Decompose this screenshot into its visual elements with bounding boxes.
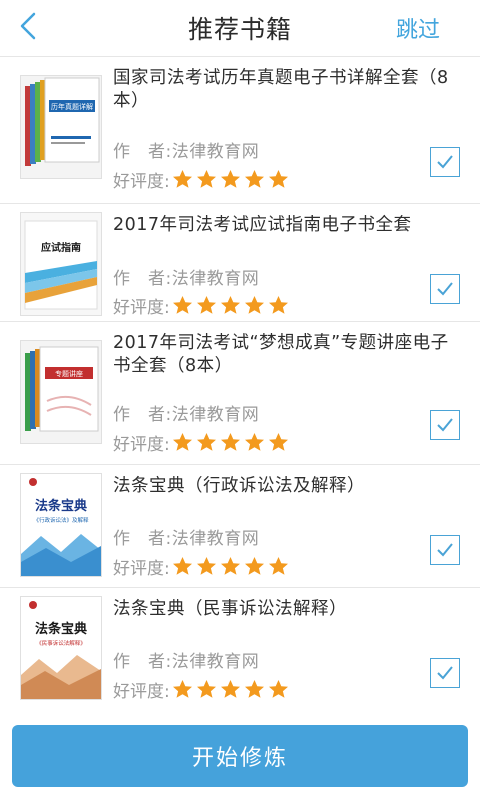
star-icon — [268, 680, 288, 698]
book-cover: 历年真题详解 — [20, 75, 102, 179]
svg-text:历年真题详解: 历年真题详解 — [51, 102, 93, 111]
star-icon — [220, 557, 240, 575]
book-author: 作 者:法律教育网 — [113, 529, 260, 549]
rating-label: 好评度: — [113, 559, 170, 579]
svg-text:应试指南: 应试指南 — [41, 241, 81, 254]
star-icon — [196, 680, 216, 698]
star-icon — [172, 557, 192, 575]
checkmark-icon — [437, 666, 453, 680]
star-icon — [244, 170, 264, 188]
book-title: 2017年司法考试应试指南电子书全套 — [113, 215, 412, 235]
book-item[interactable]: 历年真题详解 国家司法考试历年真题电子书详解全套（8本） 作 者:法律教育网 好… — [0, 57, 480, 204]
rating-stars — [172, 556, 292, 577]
header-bar: 推荐书籍 跳过 — [0, 0, 480, 57]
book-author: 作 者:法律教育网 — [113, 142, 260, 162]
star-icon — [220, 170, 240, 188]
svg-text:《行政诉讼法》及解释: 《行政诉讼法》及解释 — [33, 516, 89, 524]
star-icon — [268, 433, 288, 451]
star-icon — [172, 433, 192, 451]
select-checkbox[interactable] — [430, 535, 460, 565]
star-icon — [220, 296, 240, 314]
book-cover: 应试指南 — [20, 212, 102, 316]
rating-label: 好评度: — [113, 172, 170, 192]
book-item[interactable]: 应试指南 2017年司法考试应试指南电子书全套 作 者:法律教育网 好评度: — [0, 204, 480, 322]
select-checkbox[interactable] — [430, 658, 460, 688]
svg-text:法条宝典: 法条宝典 — [35, 621, 87, 637]
star-icon — [244, 296, 264, 314]
book-title: 法条宝典（民事诉讼法解释） — [113, 599, 347, 619]
star-icon — [172, 296, 192, 314]
book-author: 作 者:法律教育网 — [113, 652, 260, 672]
checkmark-icon — [437, 543, 453, 557]
book-list: 历年真题详解 国家司法考试历年真题电子书详解全套（8本） 作 者:法律教育网 好… — [0, 57, 480, 706]
book-rating: 好评度: — [113, 554, 292, 579]
star-icon — [196, 296, 216, 314]
select-checkbox[interactable] — [430, 410, 460, 440]
select-checkbox[interactable] — [430, 147, 460, 177]
book-cover: 专题讲座 — [20, 340, 102, 444]
start-button[interactable]: 开始修炼 — [12, 725, 468, 787]
checkmark-icon — [437, 155, 453, 169]
book-cover: 法条宝典 《行政诉讼法》及解释 — [20, 473, 102, 577]
rating-stars — [172, 432, 292, 453]
select-checkbox[interactable] — [430, 274, 460, 304]
star-icon — [196, 170, 216, 188]
book-author: 作 者:法律教育网 — [113, 405, 260, 425]
book-item[interactable]: 法条宝典 《行政诉讼法》及解释 法条宝典（行政诉讼法及解释） 作 者:法律教育网… — [0, 465, 480, 588]
rating-label: 好评度: — [113, 298, 170, 318]
star-icon — [172, 170, 192, 188]
book-title: 法条宝典（行政诉讼法及解释） — [113, 476, 365, 496]
star-icon — [196, 557, 216, 575]
rating-stars — [172, 295, 292, 316]
star-icon — [172, 680, 192, 698]
book-rating: 好评度: — [113, 167, 292, 192]
book-title: 2017年司法考试“梦想成真”专题讲座电子书全套（8本） — [113, 333, 449, 376]
rating-stars — [172, 679, 292, 700]
book-rating: 好评度: — [113, 677, 292, 702]
star-icon — [220, 680, 240, 698]
book-rating: 好评度: — [113, 430, 292, 455]
skip-button[interactable]: 跳过 — [396, 12, 440, 44]
book-item[interactable]: 专题讲座 2017年司法考试“梦想成真”专题讲座电子书全套（8本） 作 者:法律… — [0, 322, 480, 465]
rating-stars — [172, 169, 292, 190]
book-rating: 好评度: — [113, 293, 292, 318]
checkmark-icon — [437, 282, 453, 296]
svg-text:《民事诉讼法解释》: 《民事诉讼法解释》 — [36, 639, 86, 647]
star-icon — [244, 557, 264, 575]
star-icon — [268, 557, 288, 575]
star-icon — [196, 433, 216, 451]
book-title: 国家司法考试历年真题电子书详解全套（8本） — [113, 68, 449, 111]
star-icon — [268, 170, 288, 188]
book-item[interactable]: 法条宝典 《民事诉讼法解释》 法条宝典（民事诉讼法解释） 作 者:法律教育网 好… — [0, 588, 480, 706]
svg-text:专题讲座: 专题讲座 — [55, 369, 83, 378]
rating-label: 好评度: — [113, 682, 170, 702]
book-cover: 法条宝典 《民事诉讼法解释》 — [20, 596, 102, 700]
rating-label: 好评度: — [113, 435, 170, 455]
checkmark-icon — [437, 418, 453, 432]
star-icon — [268, 296, 288, 314]
star-icon — [244, 680, 264, 698]
star-icon — [244, 433, 264, 451]
svg-text:法条宝典: 法条宝典 — [35, 498, 87, 514]
book-author: 作 者:法律教育网 — [113, 269, 260, 289]
star-icon — [220, 433, 240, 451]
